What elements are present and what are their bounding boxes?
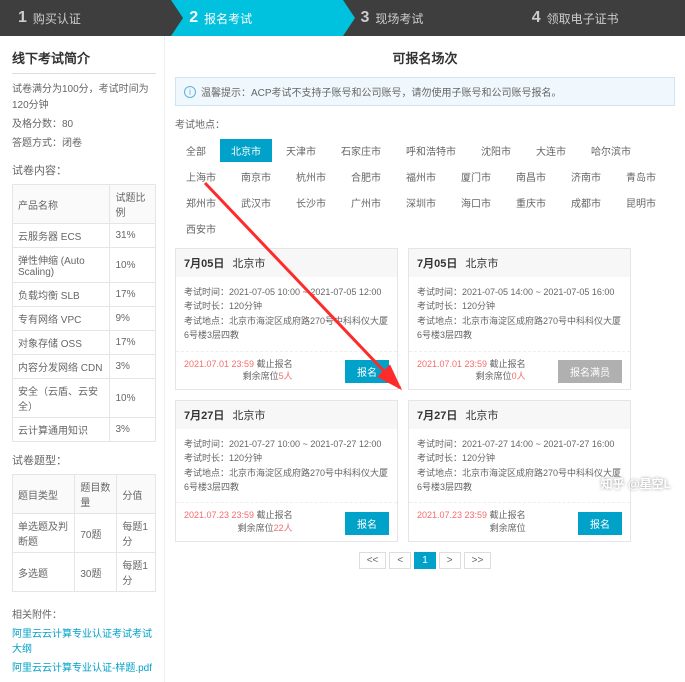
content-area: 可报名场次 i 温馨提示：ACP考试不支持子账号和公司账号，请勿使用子账号和公司…	[165, 36, 685, 682]
city-option[interactable]: 厦门市	[450, 165, 502, 188]
city-option[interactable]: 海口市	[450, 191, 502, 214]
sessions-grid: 7月05日北京市考试时间：2021-07-05 10:00 ~ 2021-07-…	[175, 248, 675, 542]
card-footer: 2021.07.23 23:59 截止报名剩余席位22人报名	[176, 502, 397, 540]
city-option[interactable]: 全部	[175, 139, 217, 162]
card-footer: 2021.07.23 23:59 截止报名剩余席位报名	[409, 502, 630, 540]
card-header: 7月05日北京市	[176, 249, 397, 277]
city-option[interactable]: 福州市	[395, 165, 447, 188]
page-prev[interactable]: <	[389, 552, 411, 569]
card-body: 考试时间：2021-07-05 10:00 ~ 2021-07-05 12:00…	[176, 277, 397, 351]
city-option[interactable]: 郑州市	[175, 191, 227, 214]
info-icon: i	[184, 86, 196, 98]
city-option[interactable]: 昆明市	[615, 191, 667, 214]
table-row: 安全（云盾、云安全）10%	[13, 379, 156, 418]
sidebar-subhead: 试卷内容：	[12, 162, 156, 178]
step-1: 1购买认证	[0, 0, 171, 36]
city-option[interactable]: 杭州市	[285, 165, 337, 188]
attachment-link[interactable]: 阿里云云计算专业认证考试考试大纲	[12, 625, 156, 655]
progress-steps: 1购买认证 2报名考试 3现场考试 4领取电子证书	[0, 0, 685, 36]
table-row: 负载均衡 SLB17%	[13, 283, 156, 307]
session-card: 7月05日北京市考试时间：2021-07-05 10:00 ~ 2021-07-…	[175, 248, 398, 390]
session-card: 7月27日北京市考试时间：2021-07-27 14:00 ~ 2021-07-…	[408, 400, 631, 542]
table-row: 云计算通用知识3%	[13, 418, 156, 442]
city-option[interactable]: 南昌市	[505, 165, 557, 188]
city-option[interactable]: 合肥市	[340, 165, 392, 188]
city-option[interactable]: 成都市	[560, 191, 612, 214]
step-3: 3现场考试	[343, 0, 514, 36]
step-2: 2报名考试	[171, 0, 342, 36]
watermark: 知乎 @星空L	[583, 475, 671, 492]
city-option[interactable]: 大连市	[525, 139, 577, 162]
city-option[interactable]: 长沙市	[285, 191, 337, 214]
city-option[interactable]: 石家庄市	[330, 139, 392, 162]
city-option[interactable]: 青岛市	[615, 165, 667, 188]
attachment-link[interactable]: 阿里云云计算专业认证-样题.pdf	[12, 659, 156, 674]
enroll-button[interactable]: 报名	[345, 512, 389, 535]
city-option[interactable]: 重庆市	[505, 191, 557, 214]
session-card: 7月27日北京市考试时间：2021-07-27 10:00 ~ 2021-07-…	[175, 400, 398, 542]
page-last[interactable]: >>	[464, 552, 492, 569]
table-row: 单选题及判断题70题每题1分	[13, 514, 156, 553]
card-header: 7月27日北京市	[409, 401, 630, 429]
city-option[interactable]: 深圳市	[395, 191, 447, 214]
city-filter: 全部北京市天津市石家庄市呼和浩特市沈阳市大连市哈尔滨市上海市南京市杭州市合肥市福…	[175, 139, 675, 240]
table-row: 云服务器 ECS31%	[13, 224, 156, 248]
sidebar-line: 答题方式：闭卷	[12, 136, 156, 152]
sidebar-line: 试卷满分为100分，考试时间为120分钟	[12, 82, 156, 114]
card-body: 考试时间：2021-07-05 14:00 ~ 2021-07-05 16:00…	[409, 277, 630, 351]
table-row: 多选题30题每题1分	[13, 553, 156, 592]
step-4: 4领取电子证书	[514, 0, 685, 36]
city-option[interactable]: 广州市	[340, 191, 392, 214]
city-option[interactable]: 北京市	[220, 139, 272, 162]
page-first[interactable]: <<	[359, 552, 387, 569]
sidebar-subhead: 试卷题型：	[12, 452, 156, 468]
table-row: 弹性伸缩 (Auto Scaling)10%	[13, 248, 156, 283]
city-option[interactable]: 呼和浩特市	[395, 139, 467, 162]
alert-banner: i 温馨提示：ACP考试不支持子账号和公司账号，请勿使用子账号和公司账号报名。	[175, 77, 675, 106]
card-header: 7月05日北京市	[409, 249, 630, 277]
city-option[interactable]: 武汉市	[230, 191, 282, 214]
city-option[interactable]: 南京市	[230, 165, 282, 188]
card-header: 7月27日北京市	[176, 401, 397, 429]
sidebar: 线下考试简介 试卷满分为100分，考试时间为120分钟 及格分数：80 答题方式…	[0, 36, 165, 682]
table-row: 内容分发网络 CDN3%	[13, 355, 156, 379]
type-table: 题目类型题目数量分值 单选题及判断题70题每题1分 多选题30题每题1分	[12, 474, 156, 592]
card-body: 考试时间：2021-07-27 10:00 ~ 2021-07-27 12:00…	[176, 429, 397, 503]
city-option[interactable]: 济南市	[560, 165, 612, 188]
attachments: 相关附件： 阿里云云计算专业认证考试考试大纲 阿里云云计算专业认证-样题.pdf	[12, 606, 156, 674]
zhihu-icon	[583, 477, 597, 491]
page-1[interactable]: 1	[414, 552, 436, 569]
table-row: 对象存储 OSS17%	[13, 331, 156, 355]
city-option[interactable]: 西安市	[175, 217, 227, 240]
sidebar-line: 及格分数：80	[12, 117, 156, 133]
card-footer: 2021.07.01 23:59 截止报名剩余席位5人报名	[176, 351, 397, 389]
city-option[interactable]: 天津市	[275, 139, 327, 162]
page-next[interactable]: >	[439, 552, 461, 569]
city-option[interactable]: 上海市	[175, 165, 227, 188]
content-title: 可报名场次	[175, 48, 675, 67]
session-card: 7月05日北京市考试时间：2021-07-05 14:00 ~ 2021-07-…	[408, 248, 631, 390]
table-row: 专有网络 VPC9%	[13, 307, 156, 331]
card-footer: 2021.07.01 23:59 截止报名剩余席位0人报名满员	[409, 351, 630, 389]
content-table: 产品名称试题比例 云服务器 ECS31% 弹性伸缩 (Auto Scaling)…	[12, 184, 156, 442]
enroll-button[interactable]: 报名	[578, 512, 622, 535]
enroll-button[interactable]: 报名	[345, 360, 389, 383]
city-option[interactable]: 沈阳市	[470, 139, 522, 162]
pagination: << < 1 > >>	[175, 552, 675, 569]
sidebar-title: 线下考试简介	[12, 48, 156, 74]
city-option[interactable]: 哈尔滨市	[580, 139, 642, 162]
location-label: 考试地点：	[175, 116, 675, 131]
enroll-full-button[interactable]: 报名满员	[558, 360, 622, 383]
